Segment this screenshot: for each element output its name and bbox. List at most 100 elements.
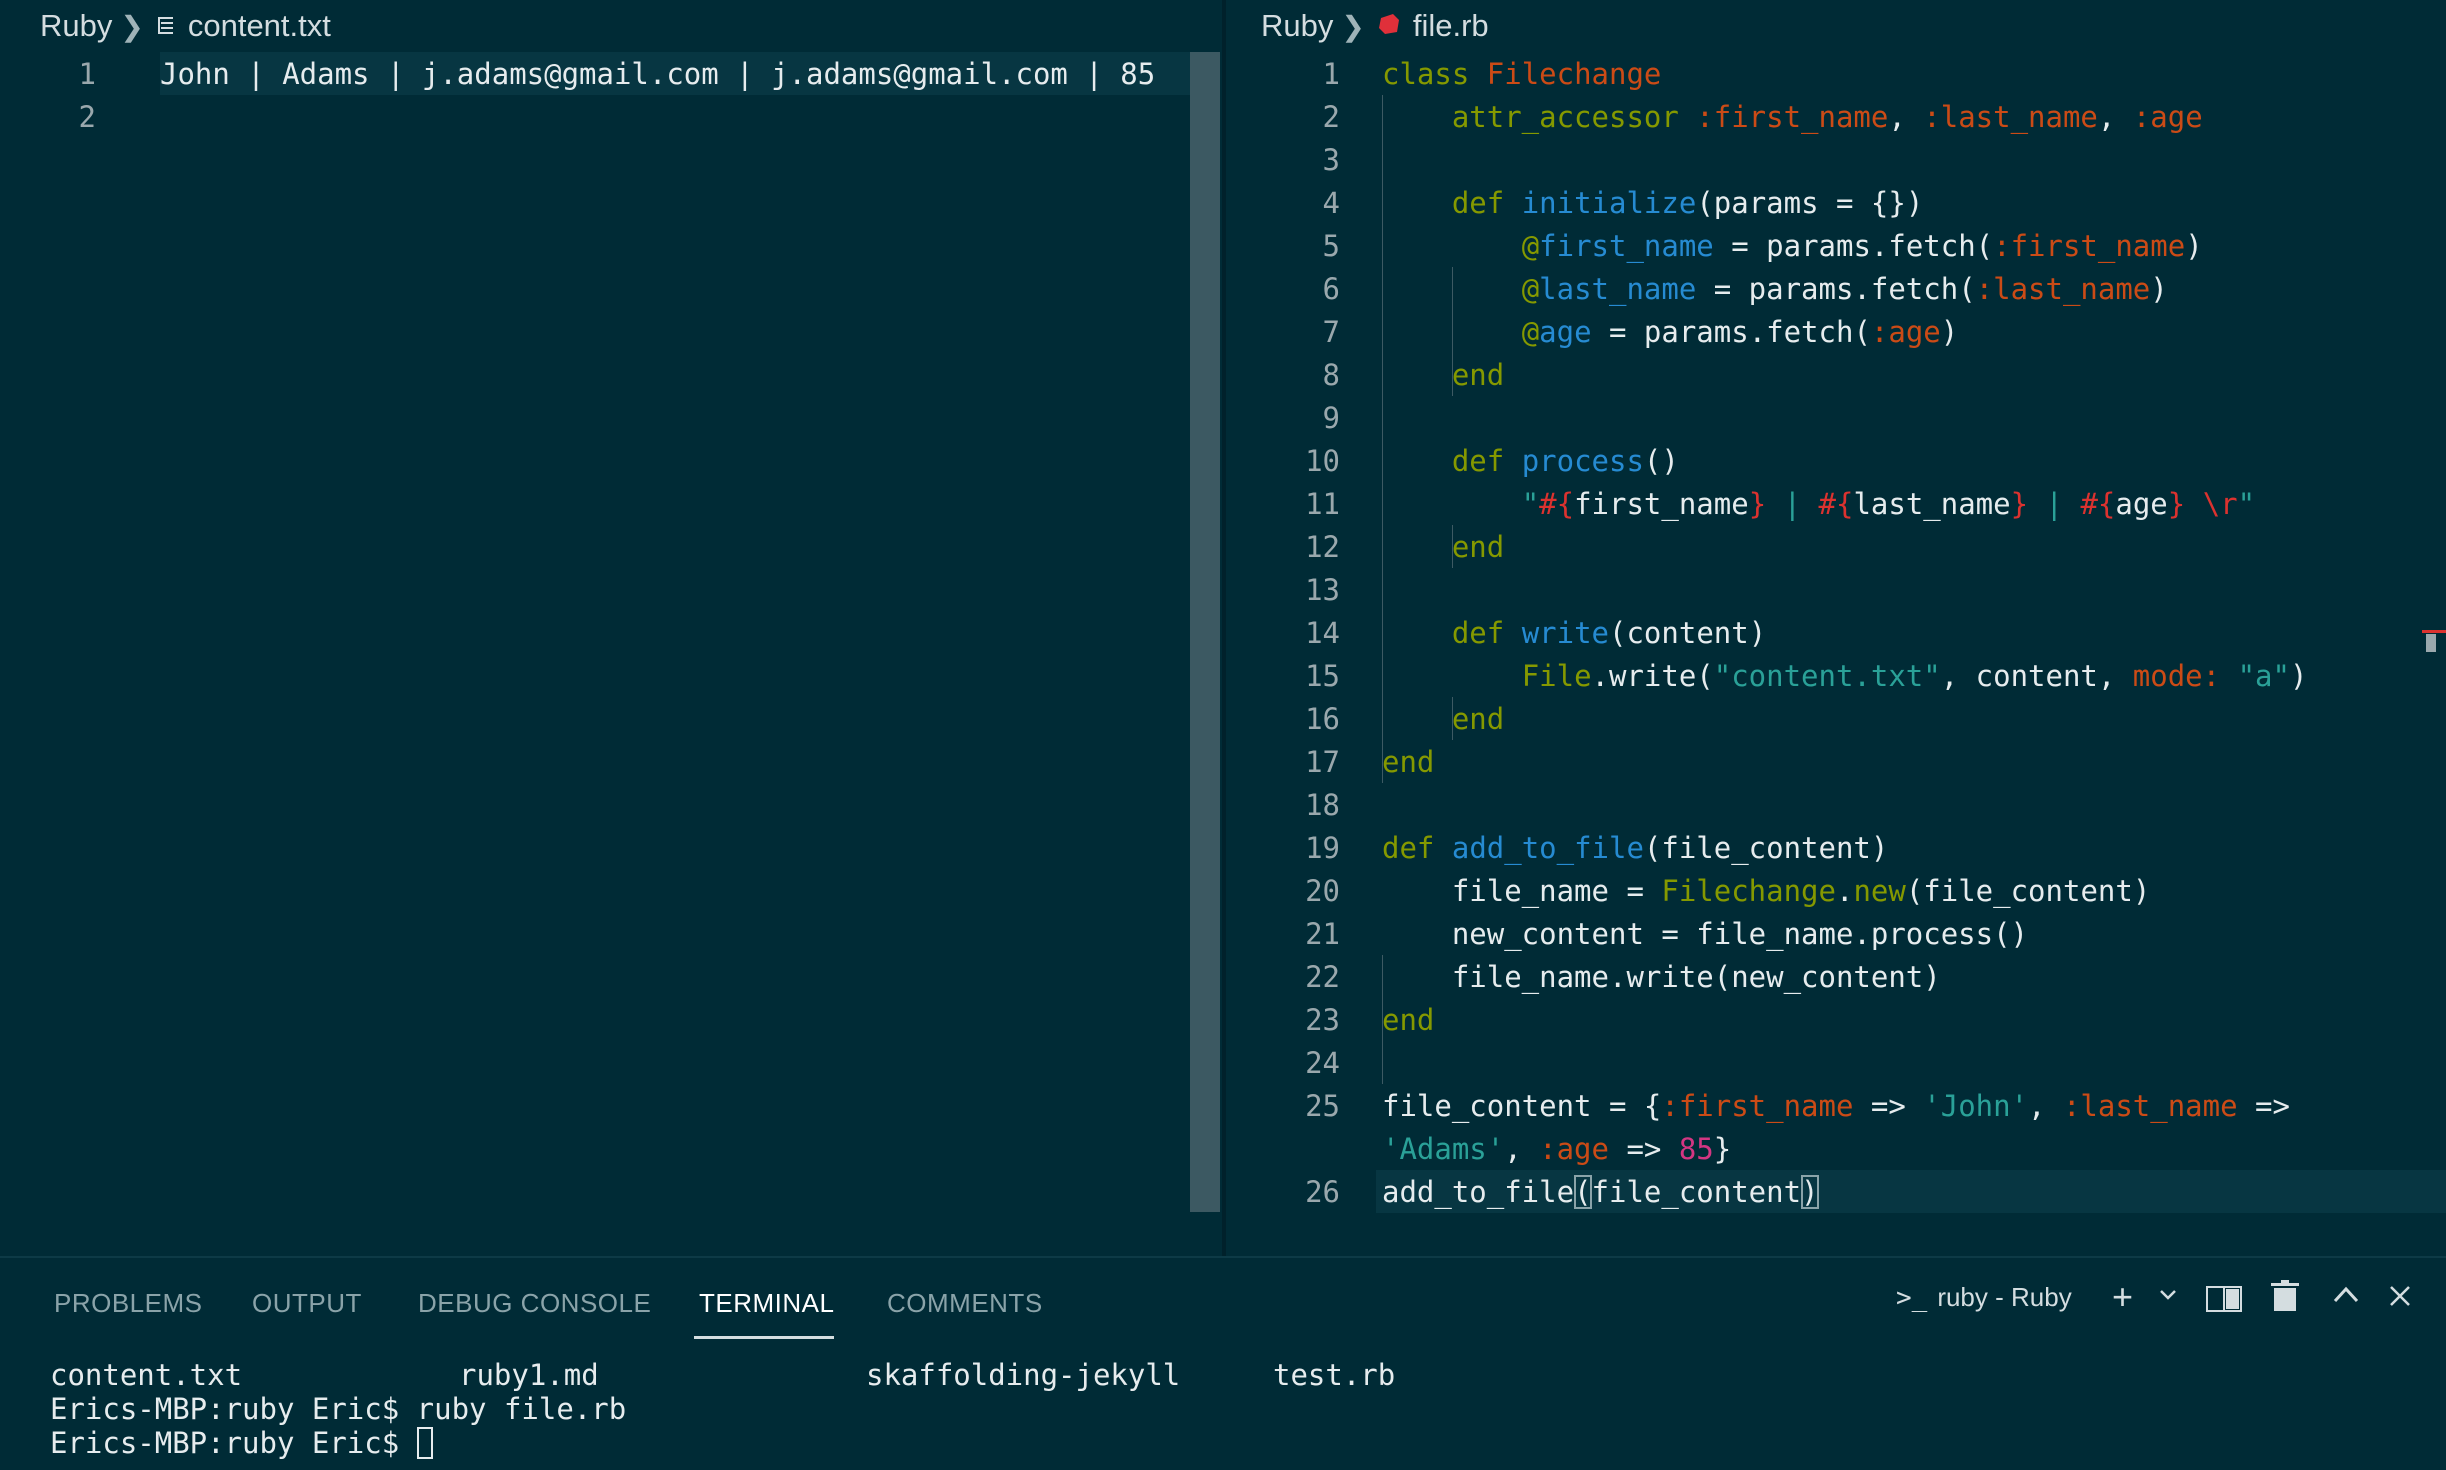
line-code[interactable]: File.write("content.txt", content, mode:…: [1382, 658, 2308, 693]
plus-icon[interactable]: +: [2112, 1276, 2133, 1318]
terminal-selector[interactable]: >_ ruby - Ruby: [1896, 1282, 2072, 1313]
code-token: "content.txt": [1713, 658, 1941, 693]
right-breadcrumb: Ruby ❯ file.rb: [1261, 6, 1489, 46]
code-token: end: [1382, 744, 1435, 779]
line-code[interactable]: add_to_file(file_content): [1382, 1174, 1819, 1209]
code-token: Filechange: [1661, 873, 1836, 908]
line-code[interactable]: file_name = Filechange.new(file_content): [1382, 874, 2150, 908]
breadcrumb-folder[interactable]: Ruby: [40, 8, 112, 44]
tab-comments[interactable]: COMMENTS: [887, 1288, 1043, 1319]
line-number: 17: [1305, 744, 1340, 779]
code-token: new: [1853, 873, 1906, 908]
line-code[interactable]: def process(): [1382, 444, 1679, 478]
code-token: :age: [1539, 1131, 1609, 1166]
code-token: file_name: [1451, 873, 1609, 908]
code-token: new_content = file_name.process(): [1451, 916, 2029, 951]
code-token: def: [1382, 830, 1435, 865]
code-token: (): [1643, 443, 1679, 478]
line-code[interactable]: "#{first_name} | #{last_name} | #{age} \…: [1382, 487, 2255, 521]
line-code[interactable]: def write(content): [1382, 616, 1766, 650]
line-number: 5: [1322, 228, 1340, 263]
file-text-icon: [156, 8, 176, 44]
line-code[interactable]: @age = params.fetch(:age): [1382, 314, 1959, 349]
line-number: 15: [1305, 658, 1340, 693]
active-tab-indicator: [694, 1336, 834, 1339]
code-token: 'Adams': [1382, 1131, 1505, 1166]
line-text[interactable]: John | Adams | j.adams@gmail.com | j.ada…: [160, 57, 1155, 91]
breadcrumb-file[interactable]: file.rb: [1413, 8, 1489, 44]
line-code[interactable]: new_content = file_name.process(): [1382, 917, 2028, 951]
code-token: file_name.write(new_content): [1451, 959, 1941, 994]
line-number: 24: [1305, 1045, 1340, 1080]
line-number: 19: [1305, 830, 1340, 865]
line-number: 13: [1305, 572, 1340, 607]
line-number: 7: [1322, 314, 1340, 349]
breadcrumb-file[interactable]: content.txt: [188, 8, 331, 44]
code-token: ": [2237, 486, 2256, 521]
terminal-prompt-line[interactable]: Erics-MBP:ruby Eric$: [50, 1426, 433, 1460]
line-number: 9: [1322, 400, 1340, 435]
terminal-file-entry: test.rb: [1273, 1358, 1396, 1392]
line-code[interactable]: end: [1382, 745, 1434, 779]
code-token: def: [1451, 615, 1505, 650]
code-token: :first_name: [1696, 99, 1889, 134]
tab-output[interactable]: OUTPUT: [252, 1288, 362, 1319]
code-token: :last_name: [1923, 99, 2098, 134]
code-token: @: [1521, 228, 1540, 263]
line-code[interactable]: end: [1382, 702, 1504, 736]
code-token: |: [2028, 486, 2081, 521]
line-code[interactable]: file_name.write(new_content): [1382, 960, 1941, 994]
right-editor[interactable]: 1 class Filechange 2 attr_accessor :first_…: [1226, 52, 2446, 1252]
code-token: #{: [1539, 486, 1575, 521]
line-code[interactable]: def initialize(params = {}): [1382, 186, 1923, 220]
code-token: end: [1382, 1002, 1435, 1037]
line-number: 16: [1305, 701, 1340, 736]
code-token: attr_accessor: [1451, 99, 1679, 134]
line-code[interactable]: attr_accessor :first_name, :last_name, :…: [1382, 100, 2203, 134]
code-token: Filechange: [1486, 56, 1662, 91]
split-terminal-icon[interactable]: [2206, 1286, 2242, 1312]
code-token: end: [1451, 701, 1505, 736]
vertical-scrollbar[interactable]: [1190, 52, 1220, 1212]
code-token: |: [1766, 486, 1819, 521]
code-token: end: [1451, 357, 1505, 392]
tab-problems[interactable]: PROBLEMS: [54, 1288, 203, 1319]
line-number: 3: [1322, 142, 1340, 177]
breadcrumb-folder[interactable]: Ruby: [1261, 8, 1333, 44]
close-icon[interactable]: [2388, 1284, 2412, 1308]
line-code[interactable]: end: [1382, 358, 1504, 392]
code-token: @: [1521, 271, 1540, 306]
left-breadcrumb: Ruby ❯ content.txt: [40, 6, 331, 46]
line-code[interactable]: file_content = {:first_name => 'John', :…: [1382, 1089, 2307, 1123]
tab-terminal[interactable]: TERMINAL: [699, 1288, 834, 1319]
line-code[interactable]: def add_to_file(file_content): [1382, 831, 1888, 865]
line-code[interactable]: class Filechange: [1382, 57, 1661, 91]
terminal-output[interactable]: content.txt ruby1.md skaffolding-jekyll …: [0, 1358, 2446, 1468]
terminal-command-line: Erics-MBP:ruby Eric$ ruby file.rb: [50, 1392, 627, 1426]
code-token: :last_name: [1975, 271, 2151, 306]
code-token: = params.fetch(: [1591, 314, 1871, 349]
chevron-right-icon: ❯: [120, 10, 144, 42]
left-editor[interactable]: 1 John | Adams | j.adams@gmail.com | j.a…: [0, 52, 1222, 1252]
ruby-file-icon: [1377, 8, 1401, 44]
code-token: (file_content): [1905, 873, 2151, 908]
bottom-panel: PROBLEMS OUTPUT DEBUG CONSOLE TERMINAL C…: [0, 1256, 2446, 1470]
line-number: 6: [1322, 271, 1340, 306]
tab-debug-console[interactable]: DEBUG CONSOLE: [418, 1288, 651, 1319]
line-code[interactable]: end: [1382, 1003, 1434, 1037]
code-token: :first_name: [1661, 1088, 1854, 1123]
line-code[interactable]: 'Adams', :age => 85}: [1382, 1132, 1731, 1166]
chevron-down-icon[interactable]: [2158, 1284, 2178, 1304]
code-token: :age: [1870, 314, 1941, 349]
line-code[interactable]: end: [1382, 530, 1504, 564]
trash-icon[interactable]: [2270, 1280, 2300, 1312]
line-code[interactable]: @last_name = params.fetch(:last_name): [1382, 272, 2168, 306]
chevron-up-icon[interactable]: [2332, 1284, 2360, 1306]
code-token: add_to_file: [1451, 830, 1644, 865]
line-code[interactable]: @first_name = params.fetch(:first_name): [1382, 229, 2203, 263]
line-number: 23: [1305, 1002, 1340, 1037]
code-token: =>: [1853, 1088, 1924, 1123]
line-number: 11: [1305, 486, 1340, 521]
code-token: ,: [2097, 99, 2133, 134]
code-token: first_name: [1574, 486, 1749, 521]
